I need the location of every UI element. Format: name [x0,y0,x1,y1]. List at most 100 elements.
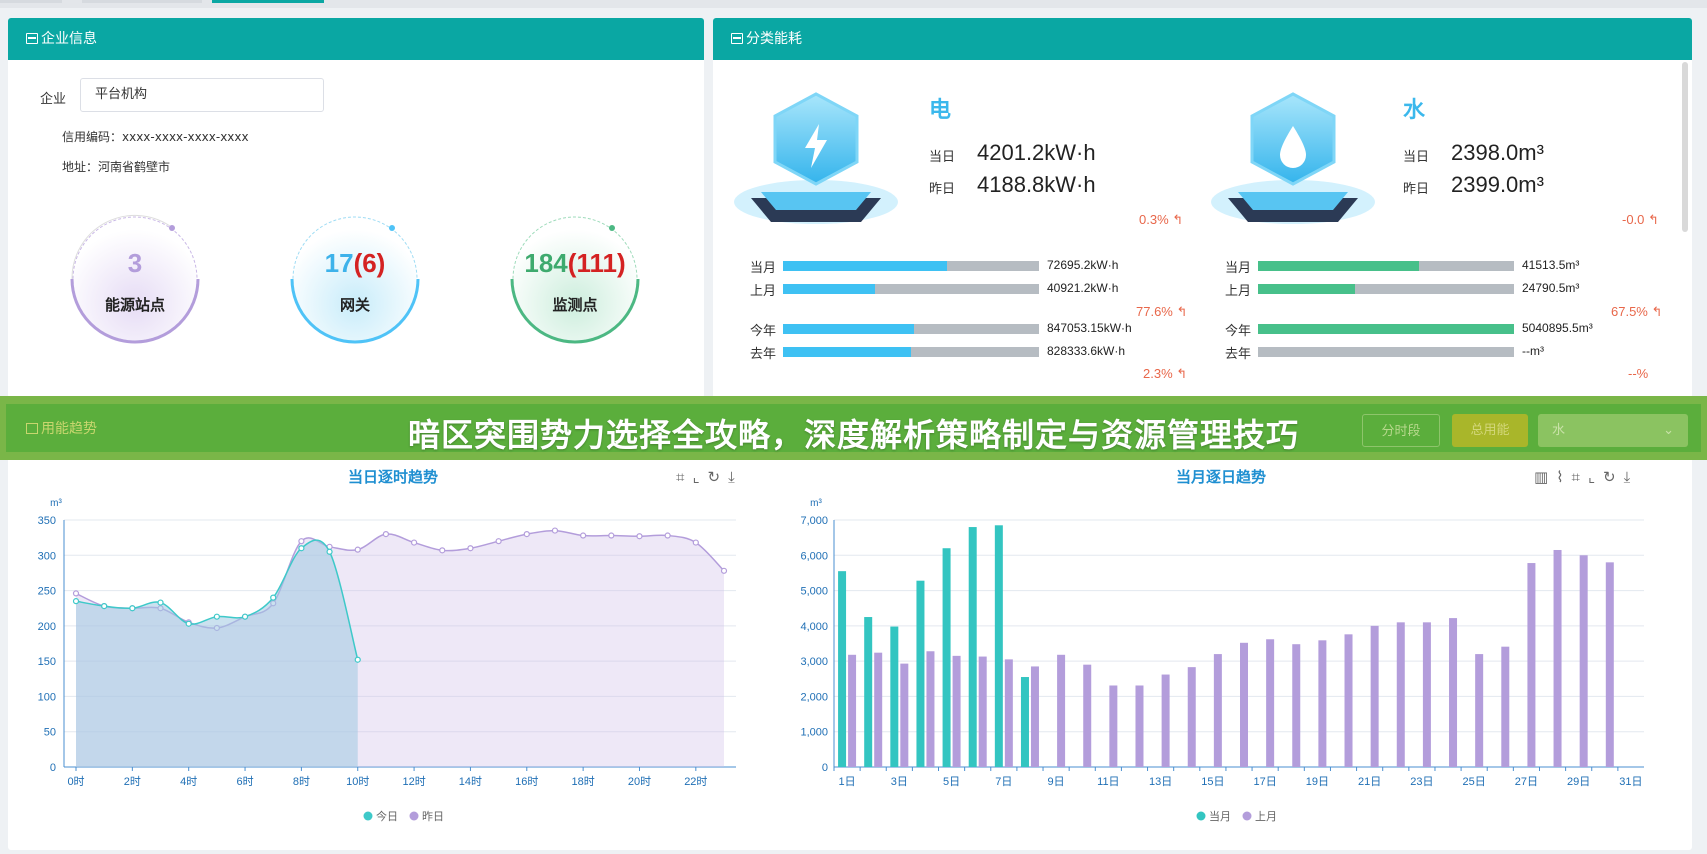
data-point [636,533,643,540]
row-label: 去年 [750,347,777,362]
bar-上月 [1004,659,1013,767]
electric-year-change: 2.3% ↰ [1143,366,1188,381]
x-tick-label: 22时 [684,775,707,788]
progress-fill [1258,261,1420,271]
row-value: 24790.5m³ [1522,281,1580,295]
bar-上月 [1266,639,1275,767]
daily-bar-chart[interactable]: 0 1,000 2,000 3,000 4,000 5,000 6,000 7,000 m³ 1日… [768,482,1692,842]
data-point [326,548,333,555]
tab-active[interactable] [212,0,324,3]
bar-上月 [1605,562,1614,767]
data-point [101,602,108,610]
monitor-point-label: 监测点 [552,296,598,314]
y-axis-label: m³ [810,498,822,509]
x-tick-label: 0时 [67,775,84,788]
hourly-line-chart[interactable]: 0 50 100 150 200 250 300 350 m³ 0时 2时 4时 6时 8时 10时 12时 1… [8,482,768,842]
company-panel-header: 企业信息 [8,18,704,60]
electric-title: 电 [929,98,952,123]
x-tick-label: 9日 [1048,776,1065,788]
water-yesterday-label: 昨日 [1403,182,1430,197]
bar-上月 [1187,667,1196,767]
bar-上月 [1109,685,1118,767]
data-point [382,531,390,538]
data-point [298,545,305,552]
trend-arrow-icon: ↰ [1176,304,1188,319]
y-tick-label: 3,000 [800,656,828,668]
stat-energy-sites[interactable]: 3 能源站点 [60,204,210,354]
company-panel-title: 企业信息 [41,31,97,47]
energy-sites-label: 能源站点 [104,296,165,314]
bar-上月 [1057,654,1066,767]
row-label: 上月 [750,284,777,299]
x-tick-label: 23日 [1410,776,1433,788]
company-info-panel: 企业信息 企业 平台机构 信用编码：xxxx-xxxx-xxxx-xxxx 地址… [8,18,704,398]
total-energy-button[interactable]: 总用能 [1452,414,1528,447]
bar-当月 [994,525,1003,767]
y-tick-label: 300 [38,550,56,562]
bar-上月 [1501,646,1510,767]
data-point [72,598,80,605]
gateway-count: 17(6) [324,248,386,278]
bar-上月 [1030,666,1039,767]
data-point [270,594,277,601]
energy-type-select[interactable]: 水 ⌄ [1538,414,1688,447]
scrollbar[interactable] [1682,62,1688,232]
tab-2[interactable] [82,0,202,3]
row-label: 今年 [750,324,777,339]
y-tick-label: 7,000 [800,515,828,527]
y-tick-label: 200 [38,621,56,633]
bar-上月 [1240,642,1248,767]
y-tick-label: 250 [38,586,56,598]
progress-fill [1258,284,1356,294]
bar-上月 [1396,622,1405,767]
data-point [580,532,587,539]
company-select[interactable]: 平台机构 [80,78,324,112]
water-icon [1211,92,1375,224]
y-tick-label: 50 [44,727,56,739]
bar-上月 [1370,625,1379,767]
bar-上月 [1161,674,1170,767]
progress-bar [783,347,1039,357]
energy-category-panel: 分类能耗 电 当日 4201.2kW·h 昨日 4188.8kW·h 0.3% … [713,18,1692,398]
y-tick-label: 100 [38,691,56,703]
progress-bar [1258,324,1514,334]
water-month-change: 67.5% ↰ [1611,304,1663,319]
x-tick-label: 14时 [459,775,482,788]
y-tick-label: 350 [38,515,56,527]
data-point [241,613,249,620]
x-tick-label: 7日 [995,776,1012,788]
ring-graphic [510,216,640,344]
x-tick-label: 31日 [1619,776,1642,788]
progress-fill [783,261,947,271]
x-tick-label: 15日 [1201,776,1224,788]
bar-上月 [1213,654,1222,767]
legend-marker [1196,811,1206,821]
row-value: 828333.6kW·h [1047,344,1126,358]
progress-fill [1258,324,1514,334]
bar-当月 [916,580,925,767]
electric-today-label: 当日 [929,150,956,165]
bar-当月 [838,571,847,767]
row-label: 当月 [750,261,777,276]
credit-code: 信用编码：xxxx-xxxx-xxxx-xxxx [62,130,249,144]
water-today-label: 当日 [1403,150,1430,165]
electric-icon [734,92,898,224]
x-tick-label: 13日 [1149,776,1172,788]
series-area-今日 [76,540,358,767]
stat-monitor-points[interactable]: 184(111) 监测点 [500,204,650,354]
progress-bar [783,324,1039,334]
legend-marker [1242,811,1252,821]
bar-上月 [1579,555,1588,767]
bar-上月 [1135,685,1144,767]
data-point [213,613,220,620]
row-value: --m³ [1522,344,1544,358]
x-tick-label: 10时 [346,775,369,788]
ring-graphic [290,216,420,344]
y-tick-label: 150 [38,656,56,668]
bar-上月 [1083,664,1092,767]
period-button[interactable]: 分时段 [1362,414,1440,447]
stat-gateways[interactable]: 17(6) 网关 [280,204,430,354]
tab-1[interactable] [0,0,62,3]
legend-marker [363,811,373,821]
trend-panel: 当日逐时趋势 ⌗⌞↻⤓ 0 50 100 150 200 250 300 350 m³ 0时 2时 4… [8,400,1692,850]
